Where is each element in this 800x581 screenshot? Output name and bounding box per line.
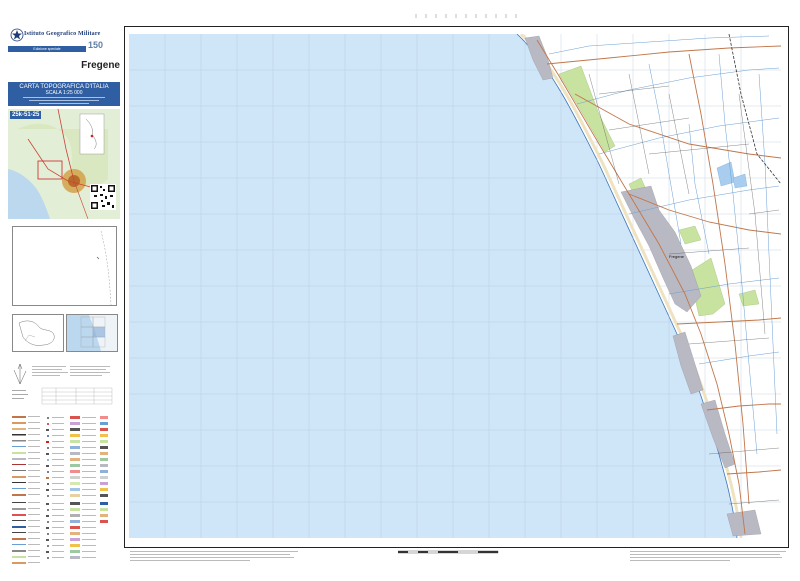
institute-title: Istituto Geografico Militare xyxy=(24,31,101,37)
mini-map-graphic-1 xyxy=(18,320,55,346)
header-block: Istituto Geografico Militare Edizione sp… xyxy=(8,26,120,56)
scale-bar xyxy=(398,550,499,554)
top-graticule-ticks xyxy=(415,14,517,18)
location-map: 25k-51-25 xyxy=(8,109,120,219)
place-label-fregene: Fregene xyxy=(669,254,685,259)
series-box: CARTA TOPOGRAFICA D'ITALIA SCALA 1:25 00… xyxy=(8,82,120,106)
bottom-notes-right xyxy=(630,551,786,561)
legend-graphic xyxy=(12,363,113,564)
sheet-index-map xyxy=(66,314,118,352)
edition-label: Edizione speciale xyxy=(8,46,86,52)
mini-map-graphic-2 xyxy=(67,315,117,351)
overview-coast-line xyxy=(96,230,112,306)
sidebar-panel: Istituto Geografico Militare Edizione sp… xyxy=(8,26,120,571)
emblem-icon xyxy=(10,28,24,42)
bottom-notes-left xyxy=(130,551,298,561)
topographic-map: Fregene xyxy=(129,34,781,538)
qr-code-icon xyxy=(90,184,116,210)
legend-panel xyxy=(10,362,120,572)
magnetic-declination-map xyxy=(12,314,64,352)
anniversary-logo: 150 xyxy=(88,40,104,50)
overview-panel xyxy=(12,226,117,306)
sheet-name: Fregene xyxy=(81,60,120,71)
fine-print-lines xyxy=(23,97,105,104)
sheet-code-badge: 25k-51-25 xyxy=(10,111,42,119)
series-note-lines xyxy=(8,96,120,107)
